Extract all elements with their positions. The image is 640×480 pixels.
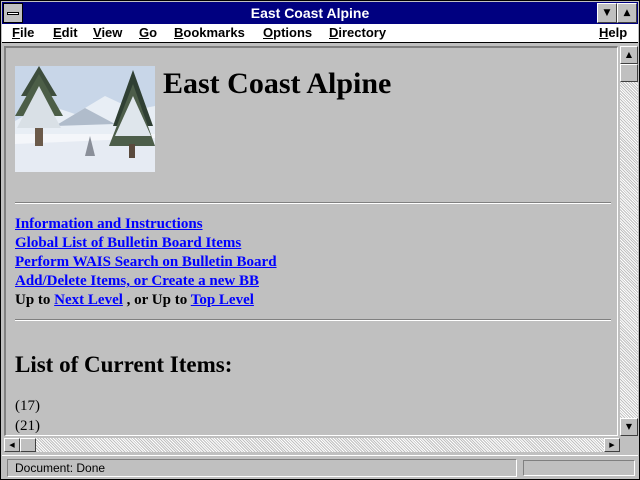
list-heading: List of Current Items: xyxy=(15,352,233,377)
window-title: East Coast Alpine xyxy=(250,5,370,21)
menu-bar: File Edit View Go Bookmarks Options Dire… xyxy=(2,24,638,43)
browser-window: East Coast Alpine ▼ ▲ File Edit View Go … xyxy=(0,0,640,480)
list-item: (17) xyxy=(15,398,40,414)
page-title: East Coast Alpine xyxy=(163,67,392,100)
list-item: (21) xyxy=(15,418,40,434)
level-navigation: Up to Next Level , or Up to Top Level xyxy=(15,292,254,309)
divider xyxy=(15,319,611,321)
scroll-down-button[interactable]: ▼ xyxy=(620,418,638,436)
menu-help[interactable]: Help xyxy=(599,25,627,40)
menu-options[interactable]: Options xyxy=(263,25,312,40)
progress-indicator xyxy=(523,460,635,476)
menu-view[interactable]: View xyxy=(93,25,122,40)
vertical-scrollbar[interactable]: ▲ ▼ xyxy=(620,46,638,436)
divider xyxy=(15,202,611,204)
menu-file[interactable]: File xyxy=(12,25,34,40)
system-menu-button[interactable] xyxy=(3,3,23,23)
up-to-label: Up to xyxy=(15,292,51,308)
horizontal-scroll-thumb[interactable] xyxy=(20,438,36,452)
or-up-to-label: , or Up to xyxy=(126,292,188,308)
link-wais-search[interactable]: Perform WAIS Search on Bulletin Board xyxy=(15,254,277,271)
menu-bookmarks[interactable]: Bookmarks xyxy=(174,25,245,40)
title-bar: East Coast Alpine ▼ ▲ xyxy=(2,2,638,24)
link-top-level[interactable]: Top Level xyxy=(191,292,254,308)
status-text: Document: Done xyxy=(7,459,517,477)
link-add-delete-items[interactable]: Add/Delete Items, or Create a new BB xyxy=(15,273,259,290)
menu-directory[interactable]: Directory xyxy=(329,25,386,40)
alpine-winter-image xyxy=(15,66,155,172)
link-information-instructions[interactable]: Information and Instructions xyxy=(15,216,203,233)
scroll-left-button[interactable]: ◀ xyxy=(4,438,20,452)
minimize-button[interactable]: ▼ xyxy=(597,3,617,23)
link-next-level[interactable]: Next Level xyxy=(54,292,123,308)
vertical-scroll-thumb[interactable] xyxy=(620,64,638,82)
vertical-scroll-track[interactable] xyxy=(620,64,638,418)
status-bar: Document: Done xyxy=(2,455,638,479)
link-global-list[interactable]: Global List of Bulletin Board Items xyxy=(15,235,241,252)
menu-edit[interactable]: Edit xyxy=(53,25,78,40)
maximize-button[interactable]: ▲ xyxy=(617,3,637,23)
document-view[interactable]: East Coast Alpine Information and Instru… xyxy=(4,46,618,436)
scroll-right-button[interactable]: ▶ xyxy=(604,438,620,452)
scroll-up-button[interactable]: ▲ xyxy=(620,46,638,64)
scrollbar-corner xyxy=(620,436,638,454)
system-menu-icon xyxy=(7,12,19,15)
menu-go[interactable]: Go xyxy=(139,25,157,40)
horizontal-scrollbar[interactable]: ◀ ▶ xyxy=(4,438,620,452)
